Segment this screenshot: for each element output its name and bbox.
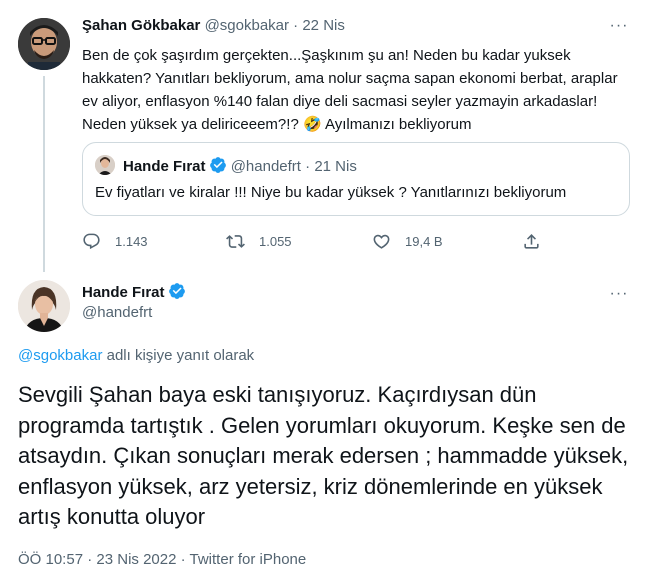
retweet-icon [226, 234, 245, 248]
tweet-date[interactable]: 23 Nis 2022 [96, 551, 176, 568]
share-icon [524, 233, 539, 249]
avatar-photo [18, 280, 70, 332]
tweet-time[interactable]: ÖÖ 10:57 [18, 551, 83, 568]
quoted-tweet-header: Hande Fırat @handefrt · 21 Nis [123, 156, 357, 177]
replying-to-line: @sgokbakar adlı kişiye yanıt olarak [18, 346, 254, 366]
author-handle[interactable]: @handefrt [82, 303, 152, 323]
heart-icon [373, 234, 390, 249]
more-dots-icon: ··· [609, 17, 629, 34]
more-options-button[interactable]: ··· [604, 285, 634, 308]
header-separator: · [293, 17, 299, 34]
like-button[interactable]: 19,4 B [372, 230, 443, 252]
avatar-photo [95, 155, 115, 175]
tweet-action-bar: 1.143 1.055 19,4 B [82, 230, 552, 252]
author-avatar[interactable] [18, 280, 70, 332]
verified-badge-icon [168, 283, 185, 299]
quoted-tweet-card[interactable]: Hande Fırat @handefrt · 21 Nis Ev fiyatl… [82, 142, 630, 216]
reply-suffix: adlı kişiye yanıt olarak [102, 347, 255, 364]
reply-count: 1.143 [115, 233, 148, 249]
avatar-photo [18, 18, 70, 70]
share-button[interactable] [522, 230, 541, 252]
tweet-metadata: ÖÖ 10:57 · 23 Nis 2022 · Twitter for iPh… [18, 550, 306, 570]
reply-icon [83, 233, 100, 249]
author-name[interactable]: Şahan Gökbakar [82, 17, 200, 34]
rofl-emoji: 🤣 [302, 116, 322, 133]
quoted-header-separator: · [305, 158, 311, 175]
tweet-date[interactable]: 22 Nis [302, 17, 345, 34]
author-handle[interactable]: @sgokbakar [205, 17, 289, 34]
quoted-author-avatar [95, 155, 115, 175]
quote-tweet: Şahan Gökbakar @sgokbakar · 22 Nis ··· B… [0, 0, 650, 272]
author-name[interactable]: Hande Fırat [82, 284, 165, 301]
retweet-button[interactable]: 1.055 [226, 230, 292, 252]
quoted-tweet-date: 21 Nis [314, 158, 357, 175]
quoted-author-name: Hande Fırat [123, 158, 206, 175]
author-avatar[interactable] [18, 18, 70, 70]
more-options-button[interactable]: ··· [604, 17, 634, 40]
tweet-body-end: Ayılmanızı bekliyorum [325, 116, 472, 133]
tweet-author: Hande Fırat [82, 282, 186, 303]
tweet-text: Sevgili Şahan baya eski tanışıyoruz. Kaç… [18, 382, 629, 529]
reply-tweet: Hande Fırat @handefrt ··· @sgokbakar adl… [0, 266, 650, 582]
thread-connector-line [43, 76, 45, 272]
more-dots-icon: ··· [609, 285, 629, 302]
like-count: 19,4 B [405, 233, 443, 249]
quoted-author-handle: @handefrt [230, 158, 301, 175]
retweet-count: 1.055 [259, 233, 292, 249]
tweet-source[interactable]: Twitter for iPhone [190, 551, 307, 568]
meta-separator: · [176, 551, 190, 568]
reply-mention-link[interactable]: @sgokbakar [18, 347, 102, 364]
tweet-text: Ben de çok şaşırdım gerçekten...Şaşkınım… [82, 44, 632, 136]
tweet-header: Şahan Gökbakar @sgokbakar · 22 Nis [82, 16, 345, 36]
reply-button[interactable]: 1.143 [82, 230, 148, 252]
meta-separator: · [83, 551, 97, 568]
quoted-tweet-text: Ev fiyatları ve kiralar !!! Niye bu kada… [95, 184, 567, 201]
verified-badge-icon [209, 157, 226, 173]
